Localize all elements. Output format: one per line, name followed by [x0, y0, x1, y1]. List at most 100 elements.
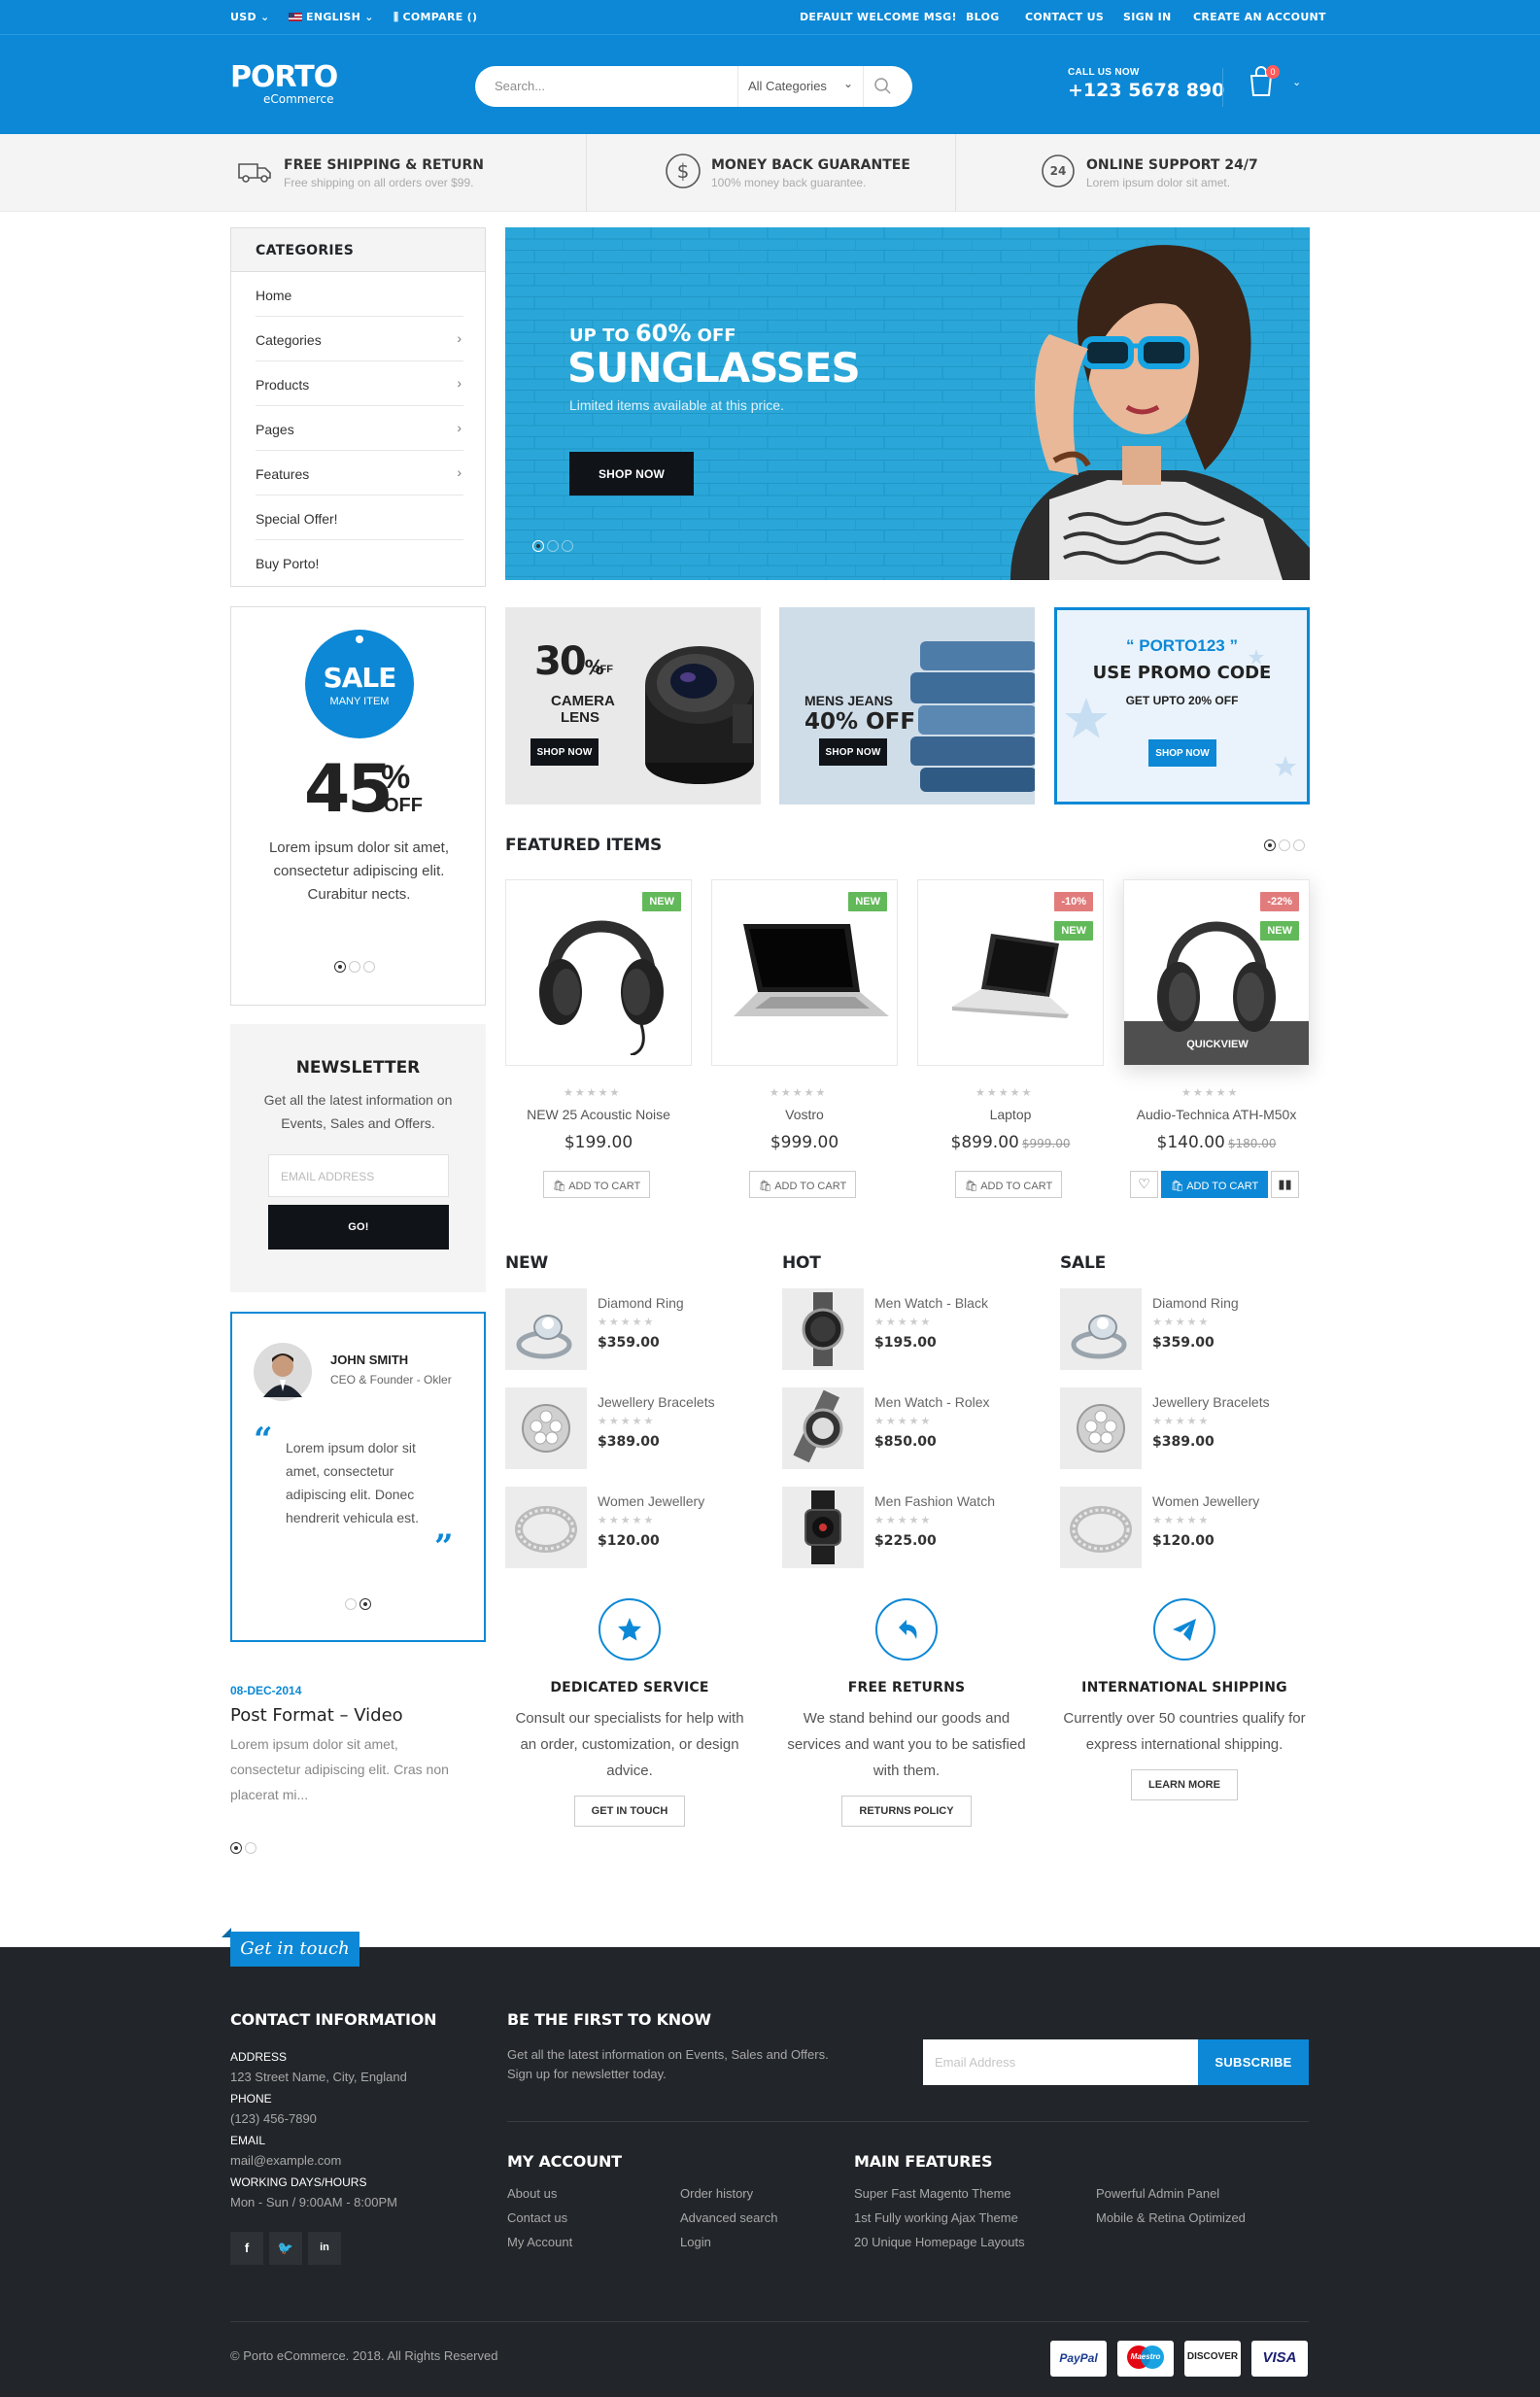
compare-link[interactable]: ⫼ COMPARE () [394, 11, 477, 24]
banner-mens-jeans[interactable]: MENS JEANS 40% OFF SHOP NOW [779, 607, 1035, 805]
dollar-icon: $ [666, 154, 701, 188]
rating-stars: ★★★★★ [1181, 1087, 1240, 1099]
promo-line2: GET UPTO 20% OFF [1125, 694, 1239, 707]
category-item-pages[interactable]: Pages › [256, 406, 463, 451]
list-item[interactable]: Men Watch - Black ★★★★★ $195.00 [782, 1288, 1064, 1376]
footer-link[interactable]: About us [507, 2186, 557, 2201]
headphones-photo [539, 920, 664, 1055]
list-item[interactable]: Men Watch - Rolex ★★★★★ $850.00 [782, 1387, 1064, 1475]
product-card[interactable]: -10% NEW [917, 879, 1104, 1066]
quickview-button[interactable]: QUICKVIEW [1124, 1021, 1309, 1065]
category-item-home[interactable]: Home [256, 272, 463, 317]
cart-chevron-icon[interactable]: ⌄ [1292, 76, 1301, 88]
footer-link[interactable]: Mobile & Retina Optimized [1096, 2210, 1246, 2225]
add-to-cart-button[interactable]: 🛍 ADD TO CART [543, 1171, 650, 1198]
jeans-shop-now-button[interactable]: SHOP NOW [819, 738, 887, 766]
footer-email-input[interactable]: Email Address [923, 2039, 1198, 2085]
language-switcher[interactable]: ENGLISH ⌄ [289, 11, 374, 23]
category-item-special-offer[interactable]: Special Offer! [256, 496, 463, 540]
returns-policy-button[interactable]: RETURNS POLICY [841, 1796, 972, 1827]
svg-text:$: $ [677, 159, 690, 183]
old-price: $999.00 [1021, 1137, 1071, 1150]
new-label: NEW [642, 892, 681, 911]
compare-chart-icon[interactable]: ▮▮ [1271, 1171, 1299, 1198]
jewellery-photo [1060, 1487, 1142, 1568]
hours-label: WORKING DAYS/HOURS [230, 2175, 367, 2189]
footer-link[interactable]: Super Fast Magento Theme [854, 2186, 1011, 2201]
linkedin-icon[interactable]: in [308, 2232, 341, 2265]
product-name[interactable]: Laptop [917, 1107, 1104, 1122]
promo-shop-now-button[interactable]: SHOP NOW [1148, 739, 1216, 767]
laptop-photo [952, 934, 1069, 1018]
sale-dots[interactable] [334, 960, 378, 977]
product-card[interactable]: NEW [505, 879, 692, 1066]
product-card[interactable]: NEW [711, 879, 898, 1066]
blog-link[interactable]: BLOG [966, 11, 1000, 23]
search-icon[interactable] [873, 77, 893, 96]
learn-more-button[interactable]: LEARN MORE [1131, 1769, 1238, 1800]
new-label: NEW [1260, 921, 1299, 941]
category-item-products[interactable]: Products › [256, 361, 463, 406]
list-item[interactable]: Jewellery Bracelets ★★★★★ $389.00 [1060, 1387, 1342, 1475]
list-item[interactable]: Jewellery Bracelets ★★★★★ $389.00 [505, 1387, 787, 1475]
list-item[interactable]: Women Jewellery ★★★★★ $120.00 [505, 1487, 787, 1574]
categories-menu: CATEGORIES Home Categories › Products › Pa… [230, 227, 486, 587]
contact-us-link[interactable]: CONTACT US [1025, 11, 1104, 23]
footer-link[interactable]: My Account [507, 2235, 572, 2249]
category-item-buy-porto[interactable]: Buy Porto! [256, 540, 463, 585]
my-account-title: MY ACCOUNT [507, 2152, 622, 2171]
footer-link[interactable]: 20 Unique Homepage Layouts [854, 2235, 1025, 2249]
list-item[interactable]: Diamond Ring ★★★★★ $359.00 [505, 1288, 787, 1376]
sale-off: OFF [384, 795, 423, 816]
product-name[interactable]: NEW 25 Acoustic Noise [505, 1107, 692, 1122]
star-icon [599, 1598, 661, 1661]
search-input[interactable]: Search... [495, 79, 545, 93]
category-select[interactable]: All Categories ⌄ [737, 66, 864, 107]
shop-now-button[interactable]: SHOP NOW [569, 452, 694, 496]
featured-dots[interactable] [1264, 839, 1308, 856]
twitter-icon[interactable]: 🐦 [269, 2232, 302, 2265]
featured-title: FEATURED ITEMS [505, 836, 663, 855]
email-value[interactable]: mail@example.com [230, 2153, 341, 2168]
list-item[interactable]: Diamond Ring ★★★★★ $359.00 [1060, 1288, 1342, 1376]
currency-switcher[interactable]: USD ⌄ [230, 11, 270, 23]
chevron-right-icon: › [457, 420, 462, 435]
hero-dots[interactable] [532, 539, 576, 557]
bracelet-photo [505, 1387, 587, 1469]
category-item-features[interactable]: Features › [256, 451, 463, 496]
new-label: NEW [1054, 921, 1093, 941]
blog-dots[interactable] [230, 1841, 259, 1859]
blog-title[interactable]: Post Format – Video [230, 1705, 403, 1726]
product-card-hover[interactable]: -22% NEW QUICKVIEW [1123, 879, 1310, 1066]
add-to-cart-button[interactable]: 🛍 ADD TO CART [749, 1171, 856, 1198]
banner-camera-lens[interactable]: 30% OFF CAMERA LENS SHOP NOW [505, 607, 761, 805]
banner-promo-code[interactable]: “ PORTO123 ” USE PROMO CODE GET UPTO 20%… [1054, 607, 1310, 805]
get-in-touch-button[interactable]: GET IN TOUCH [573, 1796, 686, 1827]
create-account-link[interactable]: CREATE AN ACCOUNT [1193, 11, 1326, 23]
footer-link[interactable]: Advanced search [680, 2210, 777, 2225]
add-to-cart-button[interactable]: 🛍 ADD TO CART [955, 1171, 1062, 1198]
newsletter-go-button[interactable]: GO! [268, 1205, 449, 1250]
list-item[interactable]: Women Jewellery ★★★★★ $120.00 [1060, 1487, 1342, 1574]
testimonial-dots[interactable] [345, 1597, 374, 1615]
footer-link[interactable]: Login [680, 2235, 711, 2249]
newsletter-text: Get all the latest information on Events… [263, 1092, 453, 1131]
camera-shop-now-button[interactable]: SHOP NOW [530, 738, 599, 766]
sign-in-link[interactable]: SIGN IN [1123, 11, 1171, 23]
footer-link[interactable]: Powerful Admin Panel [1096, 2186, 1219, 2201]
product-name[interactable]: Audio-Technica ATH-M50x [1123, 1107, 1310, 1122]
logo[interactable]: PORTO eCommerce [230, 62, 338, 107]
newsletter-email-input[interactable]: EMAIL ADDRESS [268, 1154, 449, 1197]
footer-link[interactable]: Order history [680, 2186, 753, 2201]
wishlist-heart-icon[interactable]: ♡ [1130, 1171, 1158, 1198]
add-to-cart-button-active[interactable]: 🛍 ADD TO CART [1161, 1171, 1268, 1198]
blog-date: 08-DEC-2014 [230, 1684, 302, 1697]
footer-link[interactable]: 1st Fully working Ajax Theme [854, 2210, 1018, 2225]
list-item[interactable]: Men Fashion Watch ★★★★★ $225.00 [782, 1487, 1064, 1574]
subscribe-button[interactable]: SUBSCRIBE [1198, 2039, 1309, 2085]
product-name[interactable]: Vostro [711, 1107, 898, 1122]
camera-percent: 30% [534, 639, 604, 684]
footer-link[interactable]: Contact us [507, 2210, 567, 2225]
facebook-icon[interactable]: f [230, 2232, 263, 2265]
category-item-categories[interactable]: Categories › [256, 317, 463, 361]
